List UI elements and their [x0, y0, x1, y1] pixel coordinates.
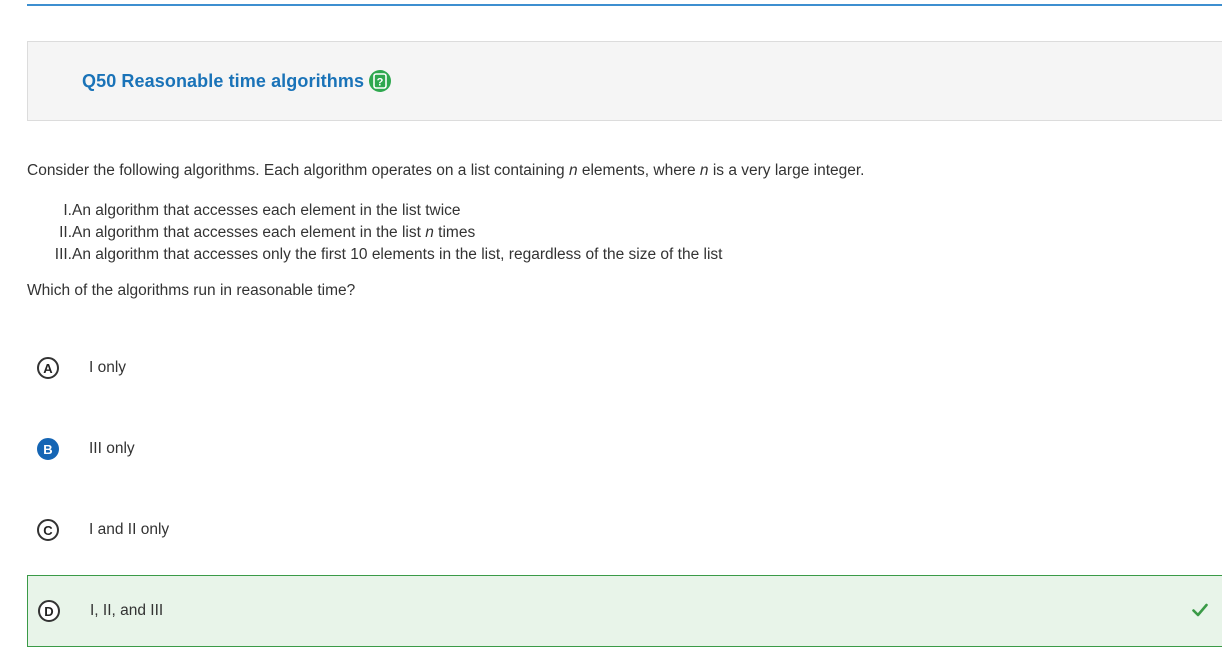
choice-text-c: I and II only	[89, 521, 170, 538]
choice-b[interactable]: B III only	[27, 413, 1222, 485]
choice-c[interactable]: C I and II only	[27, 494, 1222, 566]
choice-d[interactable]: D I, II, and III	[27, 575, 1222, 647]
choice-text-b: III only	[89, 440, 135, 457]
choice-text-a: I only	[89, 359, 127, 376]
checkmark-icon	[1192, 603, 1208, 622]
choice-letter-c: C	[37, 519, 59, 541]
question-ask: Which of the algorithms run in reasonabl…	[27, 282, 356, 299]
statement-item: I. An algorithm that accesses each eleme…	[63, 202, 461, 219]
question-prompt: Consider the following algorithms. Each …	[27, 162, 865, 179]
statement-item: III. An algorithm that accesses only the…	[54, 246, 723, 263]
help-icon[interactable]: ?	[369, 70, 391, 92]
statement-list: I. An algorithm that accesses each eleme…	[27, 200, 723, 266]
choice-letter-d: D	[38, 600, 60, 622]
choice-text-d: I, II, and III	[90, 602, 164, 619]
question-header: Q50 Reasonable time algorithms ?	[27, 41, 1222, 121]
statement-item: II. An algorithm that accesses each elem…	[59, 224, 476, 241]
choice-a[interactable]: A I only	[27, 332, 1222, 404]
choice-letter-b: B	[37, 438, 59, 460]
question-title: Q50 Reasonable time algorithms	[82, 71, 365, 91]
top-divider	[27, 4, 1222, 6]
choice-letter-a: A	[37, 357, 59, 379]
svg-text:?: ?	[377, 77, 384, 89]
